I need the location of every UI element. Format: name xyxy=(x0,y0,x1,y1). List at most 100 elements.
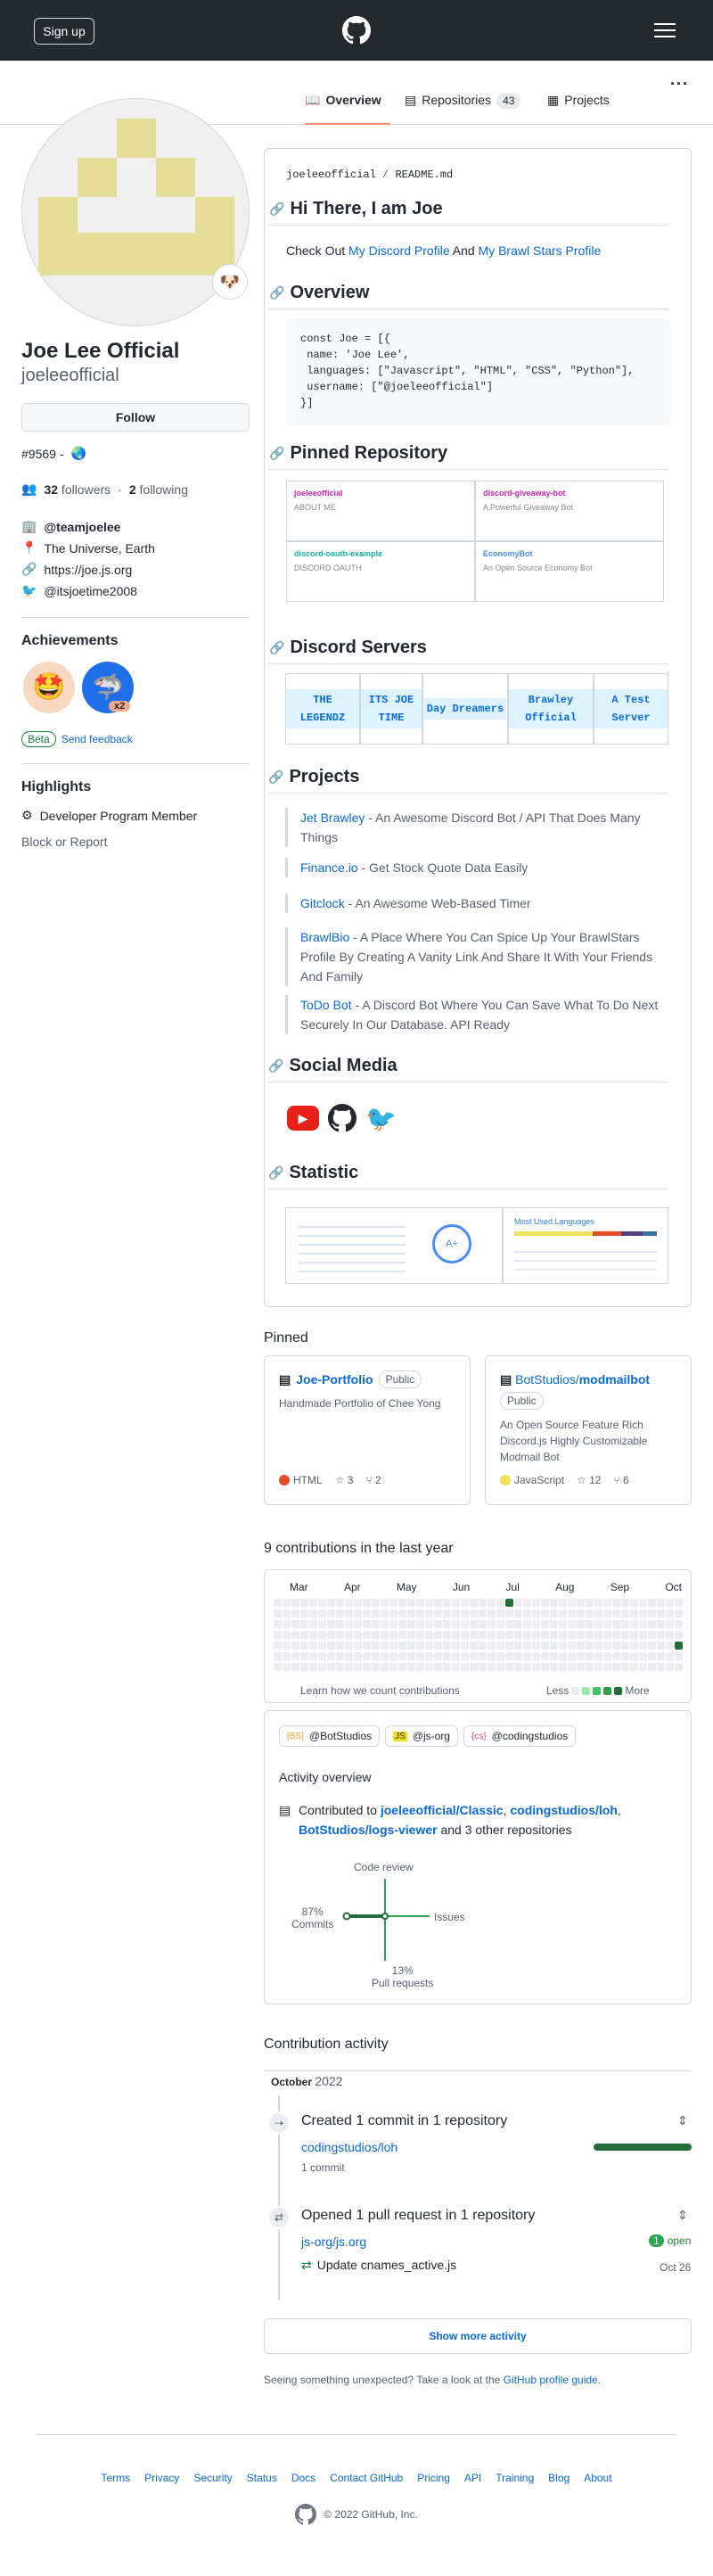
contribution-day[interactable] xyxy=(603,1620,611,1628)
followers-link[interactable]: 32 followers xyxy=(44,482,111,497)
contribution-day[interactable] xyxy=(559,1599,567,1607)
contribution-day[interactable] xyxy=(470,1631,478,1639)
contribution-day[interactable] xyxy=(300,1599,308,1607)
contribution-day[interactable] xyxy=(488,1620,496,1628)
repo-link[interactable]: BotStudios/modmailbot xyxy=(515,1372,650,1387)
contribution-day[interactable] xyxy=(505,1620,513,1628)
signup-button[interactable]: Sign up xyxy=(34,18,94,45)
contribution-day[interactable] xyxy=(630,1620,638,1628)
repo-link[interactable]: js-org/js.org xyxy=(301,2234,366,2249)
contribution-day[interactable] xyxy=(407,1599,415,1607)
contribution-day[interactable] xyxy=(541,1631,549,1639)
contribution-day[interactable] xyxy=(434,1599,442,1607)
contribution-day[interactable] xyxy=(523,1652,531,1660)
contribution-day[interactable] xyxy=(479,1620,487,1628)
contribution-day[interactable] xyxy=(309,1631,317,1639)
contribution-day[interactable] xyxy=(425,1652,433,1660)
contribution-day[interactable] xyxy=(452,1599,460,1607)
contribution-day[interactable] xyxy=(612,1609,620,1617)
contribution-day[interactable] xyxy=(416,1631,424,1639)
contribution-day[interactable] xyxy=(425,1599,433,1607)
project-link[interactable]: Jet Brawley xyxy=(300,811,365,825)
contribution-day[interactable] xyxy=(354,1663,362,1671)
contribution-day[interactable] xyxy=(443,1599,451,1607)
contribution-day[interactable] xyxy=(639,1620,647,1628)
contribution-day[interactable] xyxy=(318,1599,326,1607)
contribution-day[interactable] xyxy=(675,1642,683,1650)
anchor-link-icon[interactable]: 🔗 xyxy=(269,446,284,461)
contribution-day[interactable] xyxy=(300,1652,308,1660)
contribution-day[interactable] xyxy=(407,1620,415,1628)
contribution-day[interactable] xyxy=(505,1609,513,1617)
contribution-day[interactable] xyxy=(452,1663,460,1671)
contribution-day[interactable] xyxy=(300,1609,308,1617)
contribution-day[interactable] xyxy=(550,1620,558,1628)
contribution-day[interactable] xyxy=(594,1620,602,1628)
contribution-day[interactable] xyxy=(675,1599,683,1607)
collapse-icon[interactable]: ⇕ xyxy=(677,2208,688,2223)
readme-pinned-card[interactable]: joeleeofficial ABOUT ME xyxy=(286,481,475,541)
contribution-day[interactable] xyxy=(425,1663,433,1671)
contribution-day[interactable] xyxy=(381,1599,389,1607)
contribution-day[interactable] xyxy=(274,1609,282,1617)
contribution-day[interactable] xyxy=(577,1663,585,1671)
contribution-day[interactable] xyxy=(381,1631,389,1639)
contribution-day[interactable] xyxy=(505,1599,513,1607)
block-report-link[interactable]: Block or Report xyxy=(21,835,107,849)
contribution-day[interactable] xyxy=(470,1609,478,1617)
contribution-day[interactable] xyxy=(363,1620,371,1628)
repo-link[interactable]: codingstudios/loh xyxy=(301,2140,397,2154)
contribution-day[interactable] xyxy=(309,1620,317,1628)
anchor-link-icon[interactable]: 🔗 xyxy=(269,285,284,300)
contribution-day[interactable] xyxy=(398,1631,406,1639)
contribution-day[interactable] xyxy=(523,1631,531,1639)
contribution-day[interactable] xyxy=(291,1652,299,1660)
contribution-day[interactable] xyxy=(291,1663,299,1671)
contribution-day[interactable] xyxy=(550,1631,558,1639)
contribution-day[interactable] xyxy=(274,1642,282,1650)
contribution-day[interactable] xyxy=(345,1609,353,1617)
contribution-day[interactable] xyxy=(666,1663,674,1671)
contribution-day[interactable] xyxy=(274,1620,282,1628)
contribution-day[interactable] xyxy=(291,1599,299,1607)
contribution-day[interactable] xyxy=(354,1631,362,1639)
contribution-day[interactable] xyxy=(577,1599,585,1607)
contribution-day[interactable] xyxy=(434,1663,442,1671)
contribution-day[interactable] xyxy=(363,1663,371,1671)
contribution-day[interactable] xyxy=(372,1609,380,1617)
contribution-day[interactable] xyxy=(363,1631,371,1639)
contribution-day[interactable] xyxy=(345,1652,353,1660)
contribution-day[interactable] xyxy=(496,1609,504,1617)
github-icon[interactable] xyxy=(342,16,371,45)
contribution-day[interactable] xyxy=(291,1642,299,1650)
contribution-day[interactable] xyxy=(372,1631,380,1639)
contribution-day[interactable] xyxy=(496,1631,504,1639)
readme-pinned-card[interactable]: EconomyBot An Open Source Economy Bot xyxy=(475,541,664,602)
contribution-day[interactable] xyxy=(372,1642,380,1650)
tab-repositories[interactable]: ▤ Repositories 43 xyxy=(405,93,521,125)
tab-projects[interactable]: ▦ Projects xyxy=(547,93,610,125)
contribution-day[interactable] xyxy=(461,1620,469,1628)
contribution-day[interactable] xyxy=(407,1663,415,1671)
contribution-day[interactable] xyxy=(514,1620,522,1628)
contribution-day[interactable] xyxy=(675,1652,683,1660)
contribution-day[interactable] xyxy=(586,1620,594,1628)
contribution-day[interactable] xyxy=(461,1642,469,1650)
project-link[interactable]: Gitclock xyxy=(300,896,345,910)
contribution-day[interactable] xyxy=(283,1609,291,1617)
contribution-day[interactable] xyxy=(283,1663,291,1671)
learn-contributions-link[interactable]: Learn how we count contributions xyxy=(300,1684,460,1697)
contribution-day[interactable] xyxy=(363,1652,371,1660)
contribution-day[interactable] xyxy=(363,1609,371,1617)
contribution-day[interactable] xyxy=(327,1631,335,1639)
contribution-day[interactable] xyxy=(594,1609,602,1617)
contribution-day[interactable] xyxy=(452,1642,460,1650)
contribution-day[interactable] xyxy=(479,1642,487,1650)
contribution-day[interactable] xyxy=(283,1620,291,1628)
org-filter[interactable]: JS @js-org xyxy=(385,1725,458,1747)
contribution-day[interactable] xyxy=(594,1663,602,1671)
server-badge[interactable]: A Test Server xyxy=(594,673,668,745)
contribution-day[interactable] xyxy=(488,1652,496,1660)
contribution-day[interactable] xyxy=(452,1652,460,1660)
contribution-day[interactable] xyxy=(657,1620,665,1628)
